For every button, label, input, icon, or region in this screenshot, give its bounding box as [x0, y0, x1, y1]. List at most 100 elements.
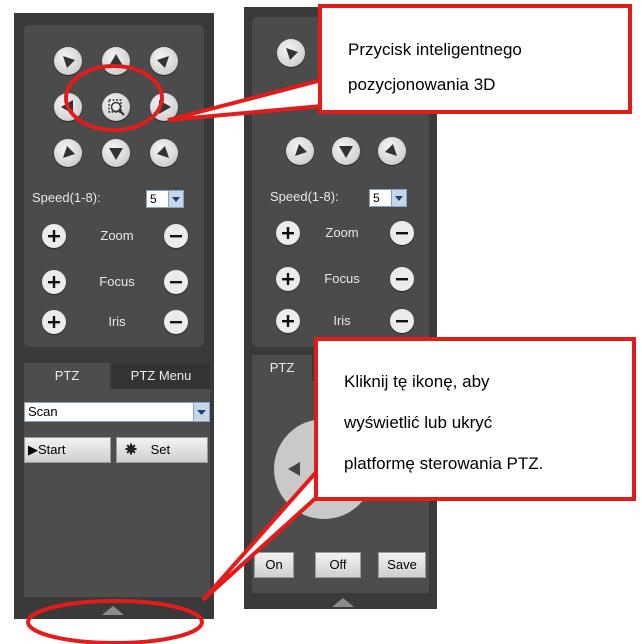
minus-icon	[170, 321, 182, 324]
speed-select[interactable]: 5	[146, 190, 184, 208]
callout-top-line2: pozycjonowania 3D	[348, 75, 496, 94]
chevron-down-icon	[193, 403, 209, 421]
iris-open-button[interactable]	[276, 309, 300, 333]
iris-control-row: Iris	[276, 309, 426, 335]
iris-close-button[interactable]	[164, 310, 188, 334]
minus-icon	[170, 281, 182, 284]
zoom-out-button[interactable]	[390, 221, 414, 245]
ptz-3d-position-button[interactable]	[102, 93, 130, 121]
iris-close-button[interactable]	[390, 309, 414, 333]
plus-icon	[48, 316, 60, 328]
triangle-up-icon	[332, 598, 354, 607]
ptz-tabs: PTZ PTZ Menu	[24, 363, 210, 390]
triangle-up-icon	[102, 606, 124, 615]
focus-near-button[interactable]	[42, 270, 66, 294]
plus-icon	[282, 227, 294, 239]
arrow-down-left-icon	[63, 146, 75, 158]
arrow-down-left-icon	[295, 144, 307, 156]
focus-far-button[interactable]	[390, 267, 414, 291]
arrow-up-left-icon	[63, 56, 75, 68]
iris-control-row: Iris	[42, 310, 192, 336]
focus-label: Focus	[99, 274, 135, 289]
save-button[interactable]: Save	[378, 552, 426, 578]
set-label: Set	[150, 442, 171, 457]
ptz-down-button[interactable]	[102, 139, 130, 167]
speed-select[interactable]: 5	[369, 189, 407, 207]
callout-bottom-line2: wyświetlić lub ukryć	[344, 413, 493, 432]
ptz-up-left-button[interactable]	[54, 47, 82, 75]
arrow-left-icon	[61, 100, 73, 114]
focus-control-row: Focus	[276, 267, 426, 293]
zoom-in-button[interactable]	[276, 221, 300, 245]
start-button[interactable]: ▶Start	[24, 437, 111, 463]
chevron-down-icon	[391, 190, 406, 206]
ptz-up-button[interactable]	[102, 47, 130, 75]
ptz-up-right-button[interactable]	[150, 47, 178, 75]
ptz-down-right-button[interactable]	[378, 137, 406, 165]
minus-icon	[396, 232, 408, 235]
ptz-down-left-button[interactable]	[54, 139, 82, 167]
on-label: On	[265, 557, 283, 572]
ptz-down-right-button[interactable]	[150, 139, 178, 167]
start-label: ▶Start	[28, 442, 66, 457]
focus-control-row: Focus	[42, 270, 192, 296]
set-button[interactable]: Set	[116, 437, 208, 463]
gear-icon	[125, 443, 137, 455]
callout-top-line1: Przycisk inteligentnego	[348, 40, 522, 59]
minus-icon	[396, 320, 408, 323]
ptz-mode-select[interactable]: Scan	[24, 402, 210, 422]
focus-far-button[interactable]	[164, 270, 188, 294]
iris-label: Iris	[333, 313, 351, 328]
speed-label: Speed(1-8):	[270, 189, 339, 204]
ptz-mode-value: Scan	[28, 404, 58, 419]
tab-ptz[interactable]: PTZ	[24, 363, 110, 389]
plus-icon	[282, 273, 294, 285]
plus-icon	[282, 315, 294, 327]
tab-ptz-menu[interactable]: PTZ Menu	[112, 363, 210, 390]
arrow-down-right-icon	[157, 146, 169, 158]
ptz-down-left-button[interactable]	[286, 137, 314, 165]
callout-3d-positioning: Przycisk inteligentnego pozycjonowania 3…	[318, 4, 632, 114]
chevron-down-icon	[168, 191, 183, 207]
off-button[interactable]: Off	[315, 552, 361, 578]
save-label: Save	[387, 557, 417, 572]
ptz-tab-content: Scan ▶Start Set	[24, 389, 210, 597]
minus-icon	[170, 235, 182, 238]
tab-ptz[interactable]: PTZ	[252, 355, 312, 381]
off-label: Off	[329, 557, 347, 572]
arrow-up-right-icon	[157, 56, 169, 68]
ptz-right-button[interactable]	[150, 93, 178, 121]
ptz-collapse-toggle[interactable]	[330, 595, 356, 607]
zoom-control-row: Zoom	[42, 224, 192, 250]
plus-icon	[48, 276, 60, 288]
ptz-collapse-toggle[interactable]	[100, 603, 126, 615]
iris-label: Iris	[108, 314, 126, 329]
zoom-control-row: Zoom	[276, 221, 426, 247]
plus-icon	[48, 230, 60, 242]
ptz-down-button[interactable]	[332, 137, 360, 165]
magnifier-3d-icon	[108, 99, 125, 116]
zoom-in-button[interactable]	[42, 224, 66, 248]
ptz-up-left-button[interactable]	[277, 39, 305, 67]
on-button[interactable]: On	[254, 552, 294, 578]
arrow-down-icon	[109, 148, 123, 160]
callout-collapse-toggle: Kliknij tę ikonę, aby wyświetlić lub ukr…	[314, 337, 636, 501]
speed-value: 5	[150, 192, 157, 206]
iris-open-button[interactable]	[42, 310, 66, 334]
zoom-label: Zoom	[325, 225, 359, 240]
ptz-direction-pad: Speed(1-8): 5 Zoom Focus Iris	[24, 25, 204, 347]
arrow-down-right-icon	[385, 144, 397, 156]
speed-value: 5	[373, 191, 380, 205]
focus-near-button[interactable]	[276, 267, 300, 291]
arrow-up-left-icon	[286, 48, 298, 60]
arrow-down-icon	[339, 146, 353, 158]
ptz-left-button[interactable]	[54, 93, 82, 121]
speed-label: Speed(1-8):	[32, 190, 101, 205]
arrow-up-icon	[109, 54, 123, 66]
focus-label: Focus	[324, 271, 360, 286]
arrow-right-icon	[159, 100, 171, 114]
minus-icon	[396, 278, 408, 281]
zoom-out-button[interactable]	[164, 224, 188, 248]
callout-bottom-line3: platformę sterowania PTZ.	[344, 454, 544, 473]
ptz-panel-left: Speed(1-8): 5 Zoom Focus Iris PTZ PTZ Me…	[14, 13, 214, 619]
